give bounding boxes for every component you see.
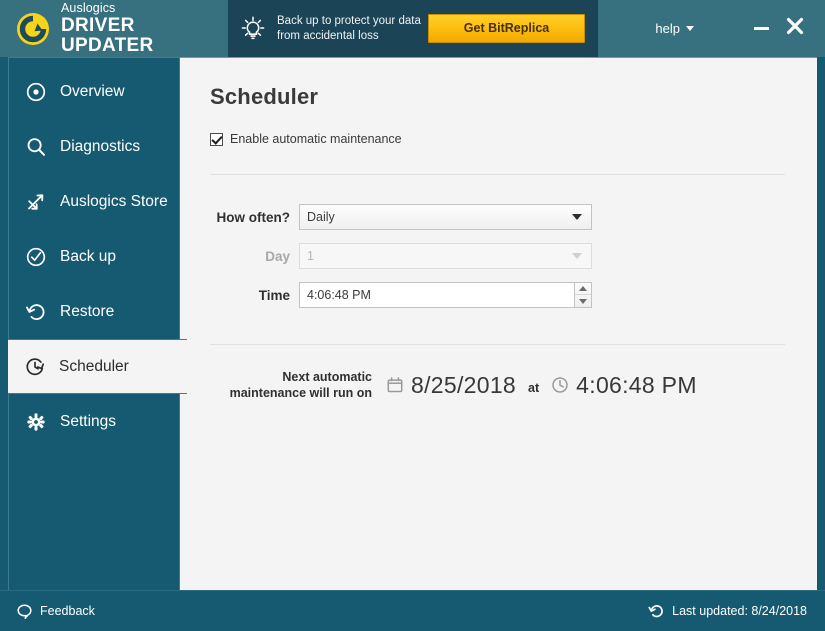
time-row: Time 4:06:48 PM (210, 282, 793, 308)
minimize-button[interactable] (748, 16, 774, 42)
how-often-select[interactable]: Daily (299, 204, 592, 230)
how-often-value: Daily (307, 210, 335, 224)
sidebar-item-label: Diagnostics (60, 137, 141, 155)
day-label: Day (265, 248, 290, 264)
sidebar-item-label: Settings (60, 412, 117, 430)
close-icon (785, 16, 805, 41)
feedback-label: Feedback (40, 604, 95, 618)
status-bar: Feedback Last updated: 8/24/2018 (0, 590, 825, 631)
sidebar-item-label: Scheduler (59, 357, 129, 375)
enable-automatic-maintenance-checkbox[interactable]: Enable automatic maintenance (210, 132, 793, 146)
promo-text: Back up to protect your data from accide… (277, 14, 428, 44)
clock-icon (551, 376, 569, 394)
sidebar-item-diagnostics[interactable]: Diagnostics (9, 119, 179, 174)
checkbox-box[interactable] (210, 132, 223, 146)
brand-text: Auslogics DRIVER UPDATER (61, 0, 228, 56)
sidebar-item-auslogics-store[interactable]: Auslogics Store (9, 174, 179, 229)
feedback-button[interactable]: Feedback (16, 603, 95, 620)
day-select: 1 (299, 243, 592, 269)
promo-line-2: from accidental loss (277, 29, 379, 42)
triangle-up-icon (579, 286, 587, 291)
gear-icon (25, 411, 47, 433)
sidebar-item-label: Back up (60, 247, 117, 265)
product-name: DRIVER UPDATER (61, 14, 154, 56)
target-icon (25, 81, 47, 103)
sidebar-item-restore[interactable]: Restore (9, 284, 179, 339)
sidebar-item-backup[interactable]: Back up (9, 229, 179, 284)
stepper-down-button[interactable] (575, 295, 591, 307)
day-value: 1 (307, 249, 314, 263)
next-run-at-label: at (528, 381, 540, 395)
close-button[interactable] (782, 16, 808, 42)
chevron-down-icon (572, 253, 582, 259)
next-run-label-line-2: maintenance will run on (229, 386, 372, 400)
minimize-icon (753, 27, 769, 30)
help-label: help (655, 21, 680, 36)
sidebar-item-scheduler[interactable]: Scheduler (8, 339, 187, 394)
undo-arrow-icon (25, 301, 47, 323)
last-updated-label: Last updated: 8/24/2018 (672, 604, 807, 618)
chevron-down-icon (572, 214, 582, 220)
time-input[interactable]: 4:06:48 PM (299, 282, 592, 308)
refresh-icon (648, 603, 665, 620)
next-run-date: 8/25/2018 (411, 371, 517, 398)
time-stepper[interactable] (574, 282, 592, 308)
checkbox-label: Enable automatic maintenance (230, 132, 402, 146)
stepper-up-button[interactable] (575, 283, 591, 295)
window-controls: help (598, 0, 825, 57)
how-often-label: How often? (216, 209, 291, 225)
check-circle-icon (25, 246, 47, 268)
auslogics-logo-icon (16, 12, 50, 46)
page-title: Scheduler (210, 84, 319, 109)
divider-top (210, 174, 785, 175)
next-run-label: Next automatic maintenance will run on (220, 369, 372, 401)
next-run-label-line-1: Next automatic (282, 370, 372, 384)
calendar-icon (386, 376, 404, 394)
speech-bubble-icon (16, 603, 33, 620)
lightbulb-icon (238, 14, 268, 44)
sidebar: Overview Diagnostics Auslogics Store Bac… (8, 57, 187, 590)
chevron-down-icon (686, 26, 694, 31)
shuffle-arrows-icon (25, 191, 47, 213)
sidebar-item-settings[interactable]: Settings (9, 394, 179, 449)
divider-bottom (210, 344, 785, 345)
get-bitreplica-button[interactable]: Get BitReplica (428, 14, 585, 43)
triangle-down-icon (579, 298, 587, 304)
clock-icon (24, 356, 46, 378)
help-menu-button[interactable]: help (655, 21, 694, 36)
time-label: Time (258, 287, 290, 303)
time-value: 4:06:48 PM (307, 288, 371, 302)
sidebar-item-label: Auslogics Store (60, 192, 168, 210)
sidebar-item-label: Restore (60, 302, 115, 320)
day-row: Day 1 (210, 243, 793, 269)
how-often-row: How often? Daily (210, 204, 793, 230)
main-content: Scheduler Enable automatic maintenance H… (180, 57, 817, 590)
magnifier-icon (25, 136, 47, 158)
brand-area: Auslogics DRIVER UPDATER (0, 0, 228, 57)
promo-banner: Back up to protect your data from accide… (228, 0, 598, 57)
body-area: Overview Diagnostics Auslogics Store Bac… (0, 57, 825, 590)
last-updated-status[interactable]: Last updated: 8/24/2018 (648, 603, 807, 620)
app-window: Auslogics DRIVER UPDATER Back up to prot… (0, 0, 825, 631)
next-run-summary: Next automatic maintenance will run on 8… (210, 369, 793, 401)
sidebar-item-overview[interactable]: Overview (9, 64, 179, 119)
promo-line-1: Back up to protect your data (277, 14, 421, 27)
next-run-time: 4:06:48 PM (576, 371, 697, 398)
title-bar: Auslogics DRIVER UPDATER Back up to prot… (0, 0, 825, 57)
sidebar-item-label: Overview (60, 82, 125, 100)
brand-name: Auslogics (61, 0, 116, 15)
